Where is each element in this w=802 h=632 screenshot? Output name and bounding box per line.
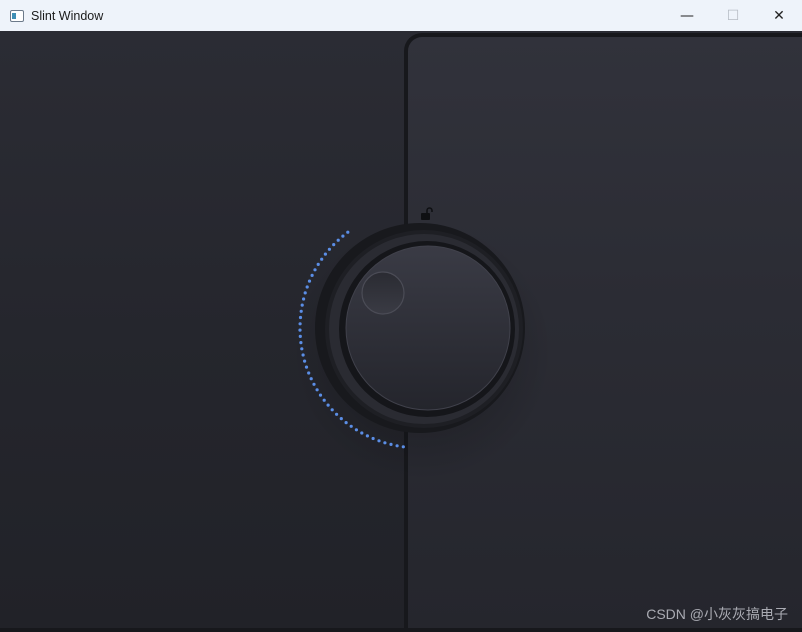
level-dot: [298, 334, 302, 338]
knob-graphics: [292, 221, 552, 481]
level-dot: [315, 388, 319, 392]
level-dot: [309, 377, 313, 381]
level-dot: [303, 291, 307, 295]
level-dot: [346, 230, 350, 234]
volume-knob[interactable]: [345, 245, 511, 411]
level-dot: [300, 303, 304, 307]
minimize-button[interactable]: —: [664, 0, 710, 31]
level-dot: [316, 262, 320, 266]
level-dot: [339, 417, 343, 421]
level-dot: [298, 315, 303, 320]
level-dot: [344, 421, 348, 425]
level-dot: [305, 285, 309, 289]
app-window: Slint Window — ☐ ✕ CSDN @小灰灰搞电子: [0, 0, 802, 632]
level-dot: [341, 234, 345, 238]
level-dot: [310, 273, 314, 277]
level-dot: [298, 322, 302, 326]
level-dot: [332, 243, 336, 247]
level-dot: [301, 353, 305, 357]
level-dot: [354, 428, 358, 432]
level-dot: [304, 365, 309, 369]
level-dot: [320, 257, 324, 261]
knob-indicator: [361, 271, 405, 315]
level-dot: [313, 268, 317, 272]
level-dot: [327, 247, 331, 251]
level-dot: [307, 279, 312, 283]
level-dot: [365, 434, 369, 438]
level-dot: [326, 403, 330, 407]
level-dot: [371, 436, 375, 441]
unlocked-padlock-icon[interactable]: [419, 206, 435, 222]
level-dot: [299, 309, 303, 313]
watermark: CSDN @小灰灰搞电子: [646, 606, 788, 622]
level-dot: [389, 442, 393, 446]
level-dot: [302, 297, 306, 301]
window-title: Slint Window: [31, 8, 104, 23]
level-dot: [377, 439, 381, 443]
level-dot: [335, 412, 339, 416]
level-dot: [336, 238, 340, 242]
level-dot: [303, 359, 307, 363]
level-dot: [298, 328, 302, 332]
window-icon: [10, 9, 24, 22]
level-dot: [322, 398, 326, 402]
level-dot: [300, 347, 304, 351]
title-bar[interactable]: Slint Window — ☐ ✕: [0, 0, 802, 32]
level-dot: [307, 371, 311, 375]
level-dot: [349, 424, 353, 428]
close-button[interactable]: ✕: [756, 0, 802, 31]
level-dot: [395, 444, 399, 448]
level-dot: [299, 341, 303, 345]
level-dot: [323, 252, 327, 256]
level-dot: [383, 441, 387, 445]
maximize-button[interactable]: ☐: [710, 0, 756, 31]
window-controls: — ☐ ✕: [664, 0, 802, 31]
level-dot: [318, 393, 323, 397]
level-dot: [401, 445, 405, 449]
level-dot: [330, 408, 334, 412]
level-dot: [360, 431, 364, 435]
app-content: CSDN @小灰灰搞电子: [0, 31, 802, 632]
level-dot: [312, 382, 316, 386]
